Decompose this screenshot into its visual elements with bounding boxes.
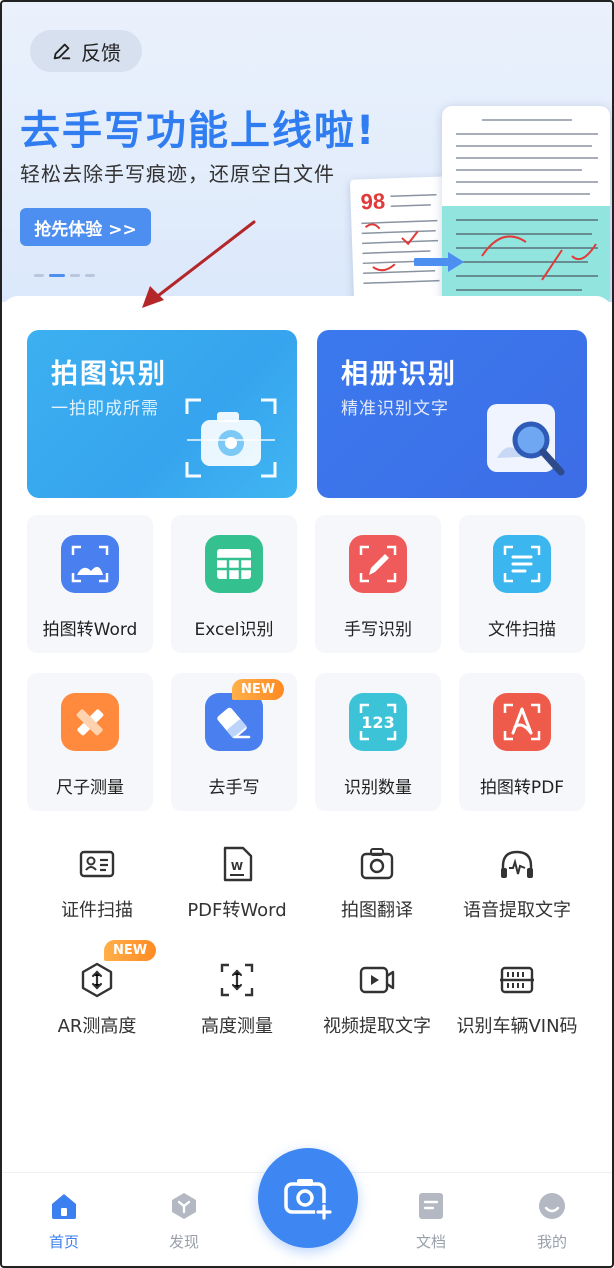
- card-title: 拍图识别: [51, 359, 167, 390]
- nav-label: 首页: [48, 1233, 79, 1251]
- tool-label: 视频提取文字: [323, 1016, 431, 1037]
- svg-text:W: W: [231, 860, 243, 873]
- banner-title: 去手写功能上线啦!: [20, 108, 377, 154]
- nav-label: 发现: [168, 1233, 199, 1251]
- tool-pdf-to-word[interactable]: W PDF转Word: [162, 846, 312, 946]
- ruler-measure-icon: [61, 693, 119, 751]
- carousel-dot-active: [49, 274, 65, 277]
- transform-arrow-icon: [414, 252, 464, 272]
- height-measure-icon: [220, 963, 254, 997]
- tile-excel-recognition[interactable]: Excel识别: [171, 515, 297, 653]
- tile-label: 识别数量: [344, 778, 412, 798]
- video-extract-icon: [359, 966, 395, 994]
- carousel-indicator: [34, 274, 95, 277]
- nav-label: 我的: [536, 1233, 567, 1251]
- tool-label: 高度测量: [201, 1016, 273, 1037]
- tile-label: 尺子测量: [56, 778, 124, 798]
- id-card-icon: [79, 850, 115, 878]
- photo-to-pdf-icon: [493, 693, 551, 751]
- tool-vin-code[interactable]: 识别车辆VIN码: [442, 962, 592, 1062]
- tool-label: PDF转Word: [187, 900, 287, 921]
- voice-extract-icon: [501, 850, 533, 878]
- home-icon: [52, 1194, 76, 1219]
- tool-label: 证件扫描: [61, 900, 133, 921]
- photo-translate-icon: [360, 848, 394, 880]
- carousel-dot: [85, 274, 95, 277]
- tile-label: Excel识别: [194, 620, 274, 640]
- handwritten-document-illustration: 98: [349, 176, 451, 302]
- handwriting-pen-icon: [349, 535, 407, 593]
- camera-add-icon: [284, 1179, 333, 1221]
- pdf-to-word-icon: W: [223, 846, 253, 882]
- nav-home[interactable]: 首页: [24, 1191, 104, 1252]
- new-badge: NEW: [104, 940, 157, 961]
- image-search-icon: [487, 404, 565, 476]
- tile-count-recognition[interactable]: 123 识别数量: [315, 673, 441, 811]
- file-scan-icon: [493, 535, 551, 593]
- edit-pen-icon: [53, 43, 71, 60]
- new-badge: NEW: [232, 679, 285, 700]
- tool-label: 拍图翻译: [341, 900, 413, 921]
- try-now-button[interactable]: 抢先体验 >>: [20, 208, 151, 246]
- tile-photo-to-pdf[interactable]: 拍图转PDF: [459, 673, 585, 811]
- album-recognition-card[interactable]: 相册识别 精准识别文字: [317, 330, 587, 498]
- tool-height-measure[interactable]: 高度测量: [162, 962, 312, 1062]
- carousel-dot: [70, 274, 80, 277]
- nav-documents[interactable]: 文档: [391, 1191, 471, 1252]
- tile-label: 拍图转PDF: [479, 778, 565, 798]
- feedback-button[interactable]: 反馈: [30, 30, 142, 72]
- nav-profile[interactable]: 我的: [512, 1191, 592, 1252]
- tile-label: 手写识别: [344, 620, 412, 640]
- svg-text:123: 123: [361, 713, 394, 732]
- feedback-label: 反馈: [81, 40, 121, 65]
- tile-label: 拍图转Word: [42, 620, 138, 640]
- tool-voice-extract[interactable]: 语音提取文字: [442, 846, 592, 946]
- photo-recognition-card[interactable]: 拍图识别 一拍即成所需: [27, 330, 297, 498]
- carousel-dot: [34, 274, 44, 277]
- tool-id-scan[interactable]: 证件扫描: [22, 846, 172, 946]
- promo-banner[interactable]: 反馈 去手写功能上线啦! 轻松去除手写痕迹，还原空白文件 抢先体验 >> 98: [2, 2, 612, 302]
- card-subtitle: 精准识别文字: [341, 399, 449, 419]
- tile-file-scan[interactable]: 文件扫描: [459, 515, 585, 653]
- tile-label: 文件扫描: [488, 620, 556, 640]
- tool-label: 识别车辆VIN码: [456, 1016, 578, 1037]
- tile-photo-to-word[interactable]: 拍图转Word: [27, 515, 153, 653]
- tool-label: AR测高度: [57, 1016, 137, 1037]
- tile-handwriting-recognition[interactable]: 手写识别: [315, 515, 441, 653]
- camera-scan-icon: [185, 398, 277, 478]
- ar-height-icon: [81, 962, 113, 998]
- vin-code-icon: [500, 966, 534, 994]
- banner-subtitle: 轻松去除手写痕迹，还原空白文件: [20, 162, 335, 186]
- card-title: 相册识别: [341, 359, 457, 390]
- excel-table-icon: [205, 535, 263, 593]
- camera-capture-button[interactable]: [258, 1148, 358, 1248]
- clean-document-illustration: [442, 106, 610, 302]
- photo-to-word-icon: [61, 535, 119, 593]
- tool-ar-height[interactable]: AR测高度: [22, 962, 172, 1062]
- nav-label: 文档: [415, 1233, 446, 1251]
- card-subtitle: 一拍即成所需: [51, 399, 159, 419]
- tool-video-extract[interactable]: 视频提取文字: [302, 962, 452, 1062]
- tile-ruler-measure[interactable]: 尺子测量: [27, 673, 153, 811]
- annotation-arrow-icon: [142, 220, 256, 308]
- tile-label: 去手写: [208, 778, 260, 798]
- svg-text:98: 98: [360, 189, 385, 215]
- count-123-icon: 123: [349, 693, 407, 751]
- profile-icon: [539, 1193, 565, 1219]
- nav-discover[interactable]: 发现: [144, 1191, 224, 1252]
- tool-photo-translate[interactable]: 拍图翻译: [302, 846, 452, 946]
- discover-icon: [172, 1193, 196, 1219]
- document-icon: [419, 1193, 443, 1219]
- tool-label: 语音提取文字: [463, 900, 571, 921]
- eraser-icon: [205, 693, 263, 751]
